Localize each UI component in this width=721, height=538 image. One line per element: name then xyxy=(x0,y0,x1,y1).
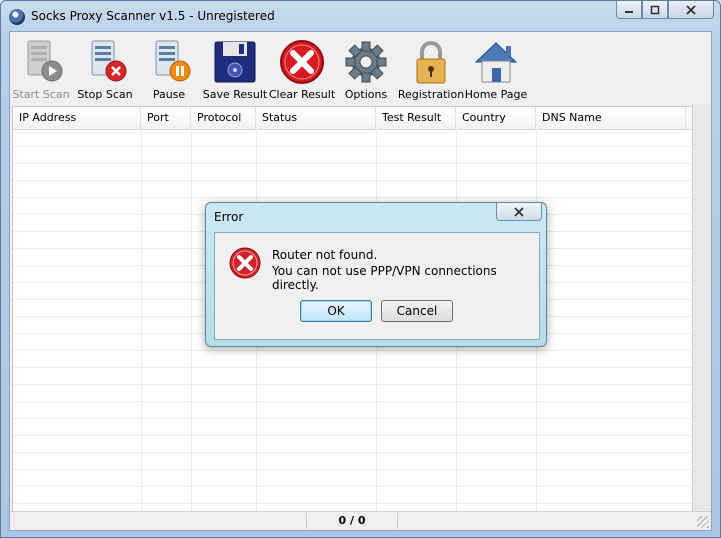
close-icon xyxy=(686,4,696,15)
title-bar[interactable]: Socks Proxy Scanner v1.5 - Unregistered xyxy=(1,1,720,31)
house-icon xyxy=(474,42,518,83)
grid-column-line xyxy=(191,129,192,513)
dialog-title: Error xyxy=(214,210,244,224)
column-ip-address[interactable]: IP Address xyxy=(13,107,141,129)
grid-row-line xyxy=(13,350,694,351)
pause-label: Pause xyxy=(152,88,186,101)
minimize-button[interactable] xyxy=(616,1,642,19)
grid-row-line xyxy=(13,197,694,198)
maximize-button[interactable] xyxy=(642,1,668,19)
pause-button[interactable]: Pause xyxy=(137,38,201,101)
options-button[interactable]: Options xyxy=(334,38,398,101)
close-button[interactable] xyxy=(668,1,714,19)
scan-count: 0 / 0 xyxy=(306,513,398,529)
grid-row-line xyxy=(13,384,694,385)
registration-button[interactable]: Registration xyxy=(397,38,465,101)
column-country[interactable]: Country xyxy=(456,107,536,129)
clear-result-label: Clear Result xyxy=(268,88,336,101)
clear-result-button[interactable]: Clear Result xyxy=(268,38,336,101)
grid-row-line xyxy=(13,418,694,419)
grid-row-line xyxy=(13,469,694,470)
column-dns-name[interactable]: DNS Name xyxy=(536,107,686,129)
options-label: Options xyxy=(344,88,388,101)
ok-button[interactable]: OK xyxy=(300,300,372,322)
start-scan-label: Start Scan xyxy=(12,88,70,101)
dialog-close-button[interactable] xyxy=(496,203,542,221)
error-message-line2: You can not use PPP/VPN connections dire… xyxy=(272,264,497,292)
dialog-body: Router not found. You can not use PPP/VP… xyxy=(214,232,540,340)
home-page-button[interactable]: Home Page xyxy=(464,38,528,101)
grid-row-line xyxy=(13,367,694,368)
start-scan-button[interactable]: Start Scan xyxy=(9,38,73,101)
close-icon xyxy=(514,206,524,217)
red-x-icon xyxy=(280,40,324,84)
save-result-button[interactable]: Save Result xyxy=(203,38,267,101)
grid-row-line xyxy=(13,146,694,147)
minimize-icon xyxy=(625,10,633,13)
status-bar: 0 / 0 xyxy=(10,511,711,530)
resize-grip[interactable] xyxy=(697,516,709,528)
column-protocol[interactable]: Protocol xyxy=(191,107,256,129)
cancel-button[interactable]: Cancel xyxy=(381,300,453,322)
app-icon xyxy=(9,9,25,25)
grid-row-line xyxy=(13,401,694,402)
save-result-label: Save Result xyxy=(202,88,268,101)
window-title: Socks Proxy Scanner v1.5 - Unregistered xyxy=(31,9,275,23)
error-icon xyxy=(229,247,261,279)
grid-row-line xyxy=(13,163,694,164)
grid-row-line xyxy=(13,435,694,436)
server-play-icon xyxy=(27,40,63,82)
registration-label: Registration xyxy=(397,88,465,101)
error-dialog: Error Router not found. You can not use … xyxy=(205,202,547,347)
server-stop-icon xyxy=(91,40,127,82)
vertical-scrollbar[interactable] xyxy=(692,104,711,514)
grid-row-line xyxy=(13,503,694,504)
maximize-icon xyxy=(650,5,660,14)
grid-row-line xyxy=(13,180,694,181)
grid-row-line xyxy=(13,452,694,453)
floppy-disk-icon xyxy=(214,41,256,83)
padlock-icon xyxy=(416,41,446,84)
gear-icon xyxy=(345,41,387,83)
toolbar: Start Scan Stop Scan Pause Save Result C… xyxy=(10,32,711,104)
grid-row-line xyxy=(13,486,694,487)
server-pause-icon xyxy=(155,40,191,82)
column-status[interactable]: Status xyxy=(256,107,376,129)
grid-column-line xyxy=(141,129,142,513)
column-port[interactable]: Port xyxy=(141,107,191,129)
window-controls xyxy=(616,1,714,19)
stop-scan-button[interactable]: Stop Scan xyxy=(73,38,137,101)
stop-scan-label: Stop Scan xyxy=(77,88,133,101)
error-message-line1: Router not found. xyxy=(272,248,378,262)
home-page-label: Home Page xyxy=(464,88,528,101)
table-header: IP Address Port Protocol Status Test Res… xyxy=(13,107,694,130)
column-test-result[interactable]: Test Result xyxy=(376,107,456,129)
